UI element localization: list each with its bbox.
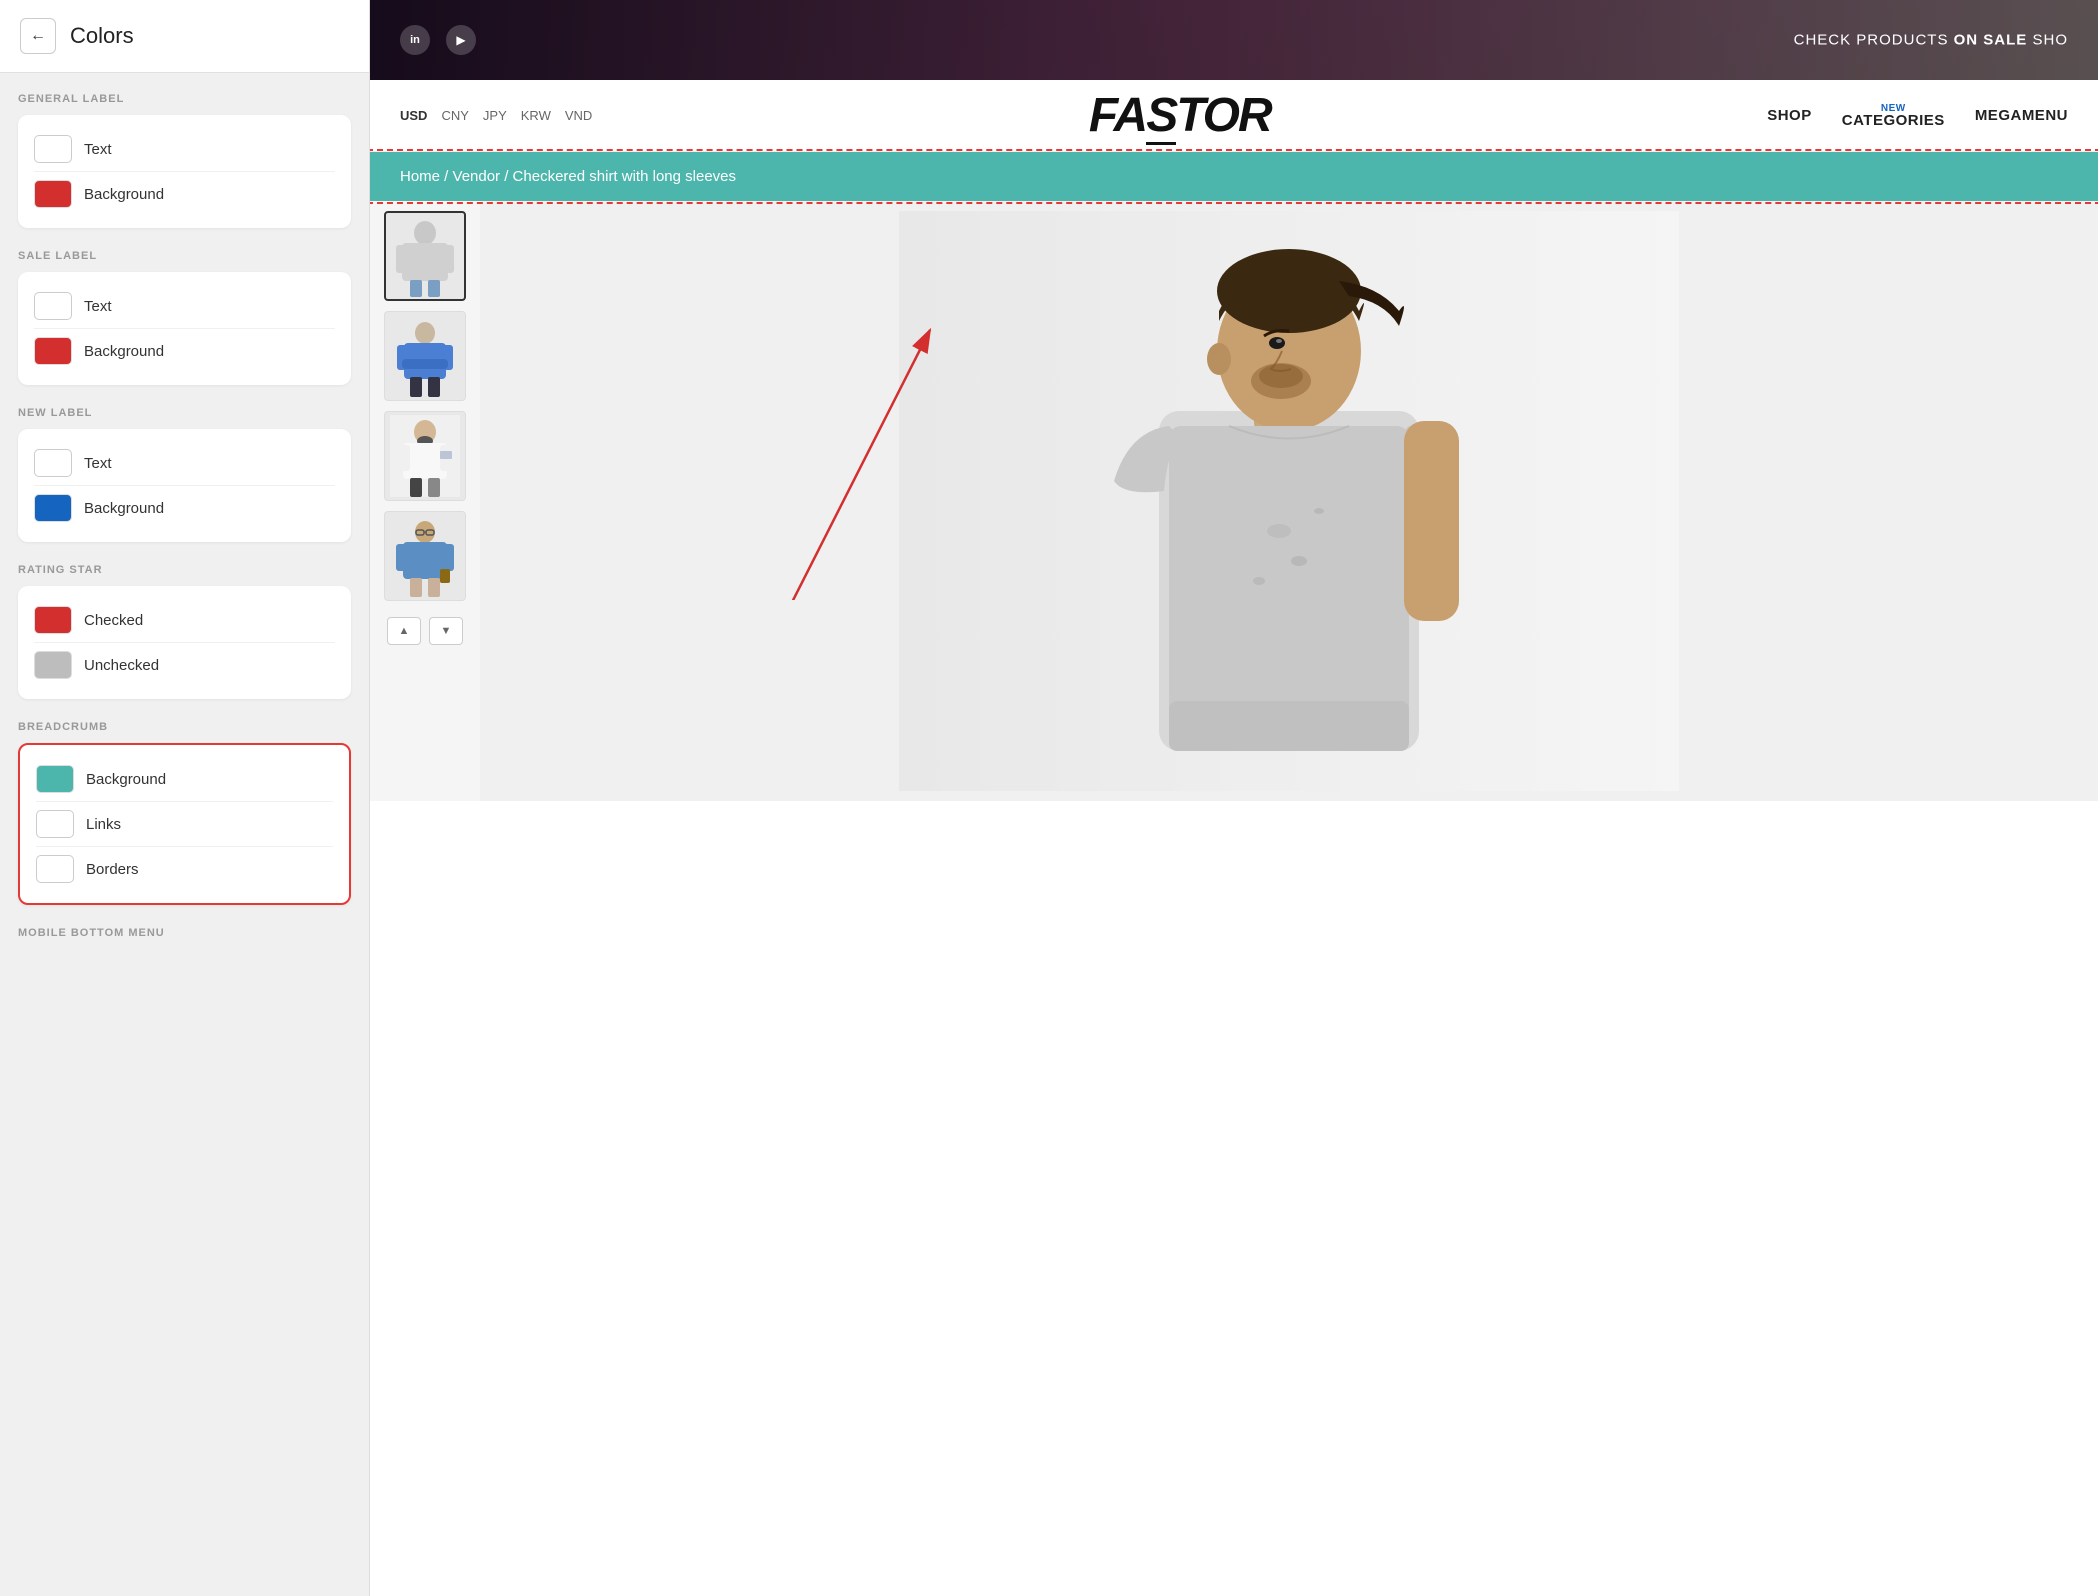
currency-jpy[interactable]: JPY: [483, 108, 507, 123]
sale-text-swatch[interactable]: [34, 292, 72, 320]
thumb-next-button[interactable]: ▼: [429, 617, 463, 645]
store-social-icons: in ▶: [400, 25, 476, 55]
currency-cny[interactable]: CNY: [441, 108, 468, 123]
rating-checked-row: Checked: [34, 600, 335, 640]
panel-title: Colors: [70, 23, 134, 49]
general-text-label: Text: [84, 141, 112, 158]
panel-body: GENERAL LABEL Text Background SALE LABEL…: [0, 73, 369, 1596]
thumbnail-4[interactable]: [384, 511, 466, 601]
product-area: ▲ ▼: [370, 201, 2098, 801]
breadcrumb-bg-label: Background: [86, 771, 166, 788]
breadcrumb-bg-swatch[interactable]: [36, 765, 74, 793]
store-header-top: in ▶ CHECK PRODUCTS ON SALE SHO: [370, 0, 2098, 80]
youtube-icon[interactable]: ▶: [446, 25, 476, 55]
nav-shop[interactable]: SHOP: [1767, 107, 1812, 124]
store-logo: FASTOR: [1089, 88, 1271, 143]
thumbnail-2[interactable]: [384, 311, 466, 401]
breadcrumb-borders-row: Borders: [36, 849, 333, 889]
sale-bg-row: Background: [34, 331, 335, 371]
general-text-row: Text: [34, 129, 335, 169]
general-text-swatch[interactable]: [34, 135, 72, 163]
new-text-row: Text: [34, 443, 335, 483]
general-label-section-title: GENERAL LABEL: [18, 93, 351, 105]
linkedin-icon[interactable]: in: [400, 25, 430, 55]
new-text-swatch[interactable]: [34, 449, 72, 477]
store-nav-links: SHOP NEW CATEGORIES MEGAMENU: [1767, 103, 2068, 129]
nav-categories[interactable]: NEW CATEGORIES: [1842, 103, 1945, 129]
breadcrumb-path: Home / Vendor / Checkered shirt with lon…: [400, 168, 736, 185]
currency-krw[interactable]: KRW: [521, 108, 551, 123]
sale-label-section-title: SALE LABEL: [18, 250, 351, 262]
mobile-bottom-menu-section-title: MOBILE BOTTOM MENU: [18, 927, 351, 939]
rating-unchecked-row: Unchecked: [34, 645, 335, 685]
thumbnail-nav: ▲ ▼: [387, 617, 463, 645]
breadcrumb-bg-row: Background: [36, 759, 333, 799]
new-bg-swatch[interactable]: [34, 494, 72, 522]
breadcrumb-links-row: Links: [36, 804, 333, 844]
rating-star-card: Checked Unchecked: [18, 586, 351, 699]
new-label-card: Text Background: [18, 429, 351, 542]
general-bg-row: Background: [34, 174, 335, 214]
sale-label-card: Text Background: [18, 272, 351, 385]
new-text-label: Text: [84, 455, 112, 472]
rating-star-section-title: RATING STAR: [18, 564, 351, 576]
breadcrumb-links-swatch[interactable]: [36, 810, 74, 838]
sale-bg-swatch[interactable]: [34, 337, 72, 365]
breadcrumb-bar-wrapper: Home / Vendor / Checkered shirt with lon…: [370, 152, 2098, 201]
rating-unchecked-swatch[interactable]: [34, 651, 72, 679]
product-thumbnails: ▲ ▼: [370, 201, 480, 801]
sale-banner-text: CHECK PRODUCTS ON SALE SHO: [1794, 32, 2068, 49]
panel-header: ← Colors: [0, 0, 369, 73]
rating-unchecked-label: Unchecked: [84, 657, 159, 674]
currency-usd[interactable]: USD: [400, 108, 427, 123]
general-bg-label: Background: [84, 186, 164, 203]
breadcrumb-links-label: Links: [86, 816, 121, 833]
rating-checked-swatch[interactable]: [34, 606, 72, 634]
general-bg-swatch[interactable]: [34, 180, 72, 208]
store-nav: USD CNY JPY KRW VND FASTOR SHOP NEW CATE…: [370, 80, 2098, 152]
breadcrumb-bar: Home / Vendor / Checkered shirt with lon…: [370, 152, 2098, 201]
sale-bg-label: Background: [84, 343, 164, 360]
new-bg-label: Background: [84, 500, 164, 517]
sale-banner: CHECK PRODUCTS ON SALE SHO: [1794, 32, 2068, 49]
new-label-section-title: NEW LABEL: [18, 407, 351, 419]
new-bg-row: Background: [34, 488, 335, 528]
nav-megamenu[interactable]: MEGAMENU: [1975, 107, 2068, 124]
store-currency: USD CNY JPY KRW VND: [400, 108, 592, 123]
product-main-image: [480, 201, 2098, 801]
thumbnail-3[interactable]: [384, 411, 466, 501]
breadcrumb-borders-swatch[interactable]: [36, 855, 74, 883]
breadcrumb-card: Background Links Borders: [18, 743, 351, 905]
thumbnail-1[interactable]: [384, 211, 466, 301]
left-panel: ← Colors GENERAL LABEL Text Background S…: [0, 0, 370, 1596]
right-panel: in ▶ CHECK PRODUCTS ON SALE SHO USD CNY …: [370, 0, 2098, 1596]
main-product-svg: [899, 211, 1679, 791]
sale-text-label: Text: [84, 298, 112, 315]
thumb-prev-button[interactable]: ▲: [387, 617, 421, 645]
currency-vnd[interactable]: VND: [565, 108, 592, 123]
breadcrumb-borders-label: Borders: [86, 861, 139, 878]
back-button[interactable]: ←: [20, 18, 56, 54]
breadcrumb-section-title: BREADCRUMB: [18, 721, 351, 733]
general-label-card: Text Background: [18, 115, 351, 228]
rating-checked-label: Checked: [84, 612, 143, 629]
sale-text-row: Text: [34, 286, 335, 326]
